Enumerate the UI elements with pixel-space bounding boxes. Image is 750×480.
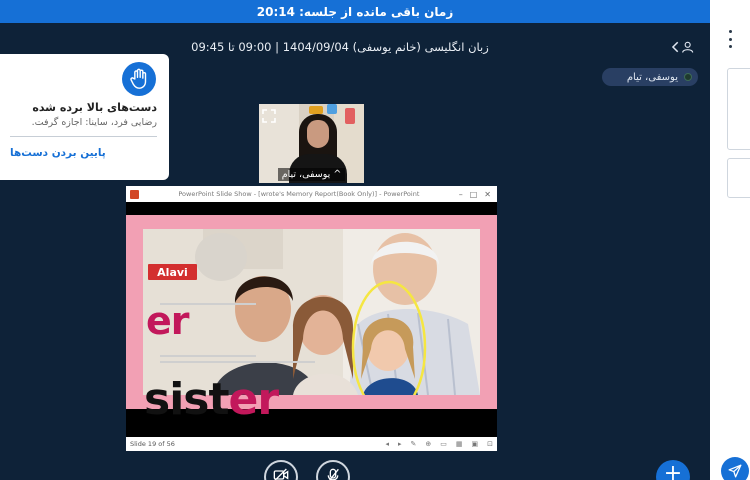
reading-view-icon[interactable]: ▣ xyxy=(472,440,479,448)
presentation-title-bar: PowerPoint Slide Show - [wrote's Memory … xyxy=(126,186,497,202)
mic-toggle-button[interactable] xyxy=(316,460,350,480)
minimize-icon[interactable]: – xyxy=(459,190,463,199)
presentation-window-title: PowerPoint Slide Show - [wrote's Memory … xyxy=(178,190,420,198)
raised-hands-panel: دست‌های بالا برده شده رضایی فرد، ساینا: … xyxy=(0,54,169,180)
raised-hand-entry: رضایی فرد، ساینا: اجازه گرفت. xyxy=(31,117,157,128)
side-thumbnail-2[interactable] xyxy=(727,158,750,198)
powerpoint-icon xyxy=(130,189,139,199)
raised-hands-divider xyxy=(10,136,157,137)
camera-off-icon xyxy=(273,468,289,480)
presentation-status-bar: Slide 19 of 56 ◂ ▸ ✎ ⊕ ▭ ▦ ▣ ⊡ xyxy=(126,437,497,451)
webcam-video-tile[interactable]: ^ یوسفی، تیام xyxy=(259,104,364,183)
slide-word-main: sister xyxy=(144,374,279,425)
zoom-icon[interactable]: ⊕ xyxy=(425,440,431,448)
expand-icon[interactable] xyxy=(262,108,276,123)
side-thumbnail-1[interactable] xyxy=(727,68,750,150)
slide-brand-badge: Alavi xyxy=(148,264,197,280)
presenter-name: یوسفی، تیام xyxy=(626,71,678,83)
plus-icon: + xyxy=(663,461,683,480)
normal-view-icon[interactable]: ▭ xyxy=(440,440,447,448)
webcam-user-name: ^ یوسفی، تیام xyxy=(277,168,346,181)
send-button[interactable] xyxy=(721,457,749,480)
prev-slide-icon[interactable]: ◂ xyxy=(385,440,389,448)
grid-view-icon[interactable]: ▦ xyxy=(456,440,463,448)
raised-hand-icon xyxy=(122,62,156,96)
next-slide-icon[interactable]: ▸ xyxy=(398,440,402,448)
right-side-panel xyxy=(710,0,750,480)
send-icon xyxy=(728,464,742,478)
kebab-menu-icon[interactable] xyxy=(724,30,736,48)
camera-toggle-button[interactable] xyxy=(264,460,298,480)
close-icon[interactable]: ✕ xyxy=(484,190,491,199)
add-action-button[interactable]: + xyxy=(656,460,690,480)
users-icon xyxy=(681,41,693,53)
slide-counter: Slide 19 of 56 xyxy=(130,440,175,448)
family-photo-illustration xyxy=(143,229,480,395)
presenter-status-dot xyxy=(684,73,692,81)
users-panel-toggle[interactable] xyxy=(672,38,694,56)
lower-all-hands-button[interactable]: پایین بردن دست‌ها xyxy=(10,147,106,159)
slide-content: Alavi er sister xyxy=(126,215,497,422)
chevron-left-icon xyxy=(672,41,679,53)
presentation-window[interactable]: PowerPoint Slide Show - [wrote's Memory … xyxy=(126,186,497,451)
presenter-chip[interactable]: یوسفی، تیام xyxy=(602,68,698,86)
slide-word-suffix: er xyxy=(146,299,190,343)
pen-icon[interactable]: ✎ xyxy=(411,440,417,448)
slideshow-icon[interactable]: ⊡ xyxy=(487,440,493,448)
session-timer-text: زمان باقی مانده از جلسه: 20:14 xyxy=(256,4,454,19)
maximize-icon[interactable]: □ xyxy=(470,190,478,199)
mic-off-icon xyxy=(327,468,339,480)
slide-family-photo xyxy=(143,229,480,395)
session-timer-bar: زمان باقی مانده از جلسه: 20:14 xyxy=(0,0,710,23)
raised-hands-title: دست‌های بالا برده شده xyxy=(32,101,157,114)
meeting-title: زبان انگلیسی (خانم یوسفی) 1404/09/04 | 0… xyxy=(191,40,489,54)
